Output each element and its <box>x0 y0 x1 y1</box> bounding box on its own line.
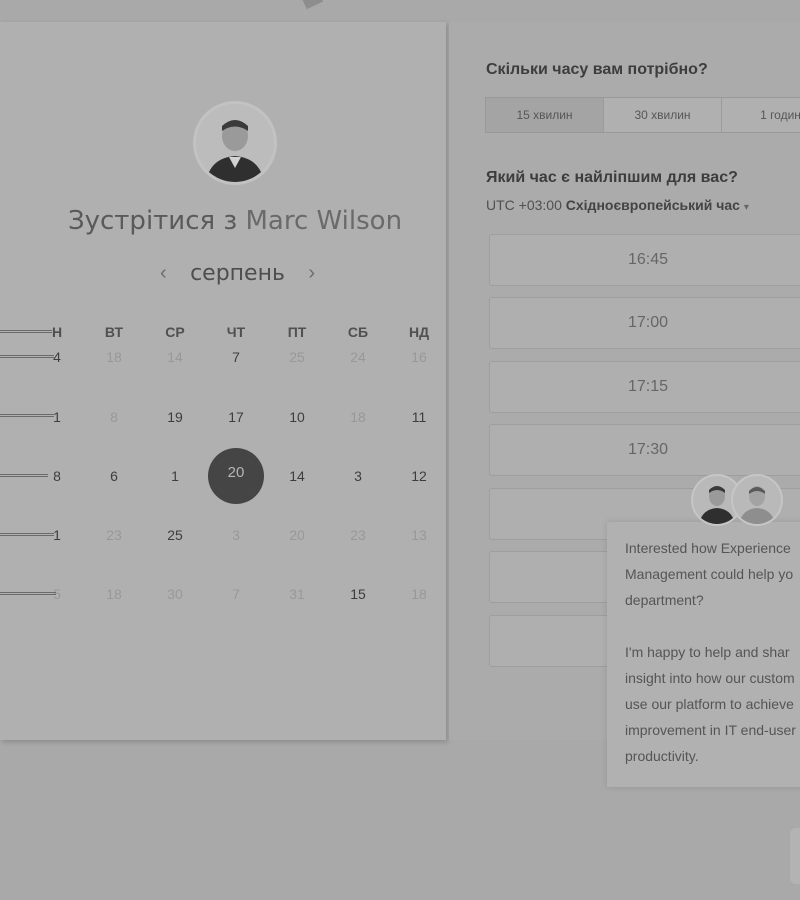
calendar-day[interactable]: 11 <box>399 408 439 426</box>
overlay-stripe <box>0 330 52 333</box>
calendar-day[interactable]: 7 <box>216 585 256 603</box>
chat-line: department? <box>625 592 704 608</box>
calendar-day[interactable]: 25 <box>277 348 317 366</box>
chat-message: Interested how Experience Management cou… <box>625 535 800 769</box>
duration-option-15[interactable]: 15 хвилин <box>486 98 604 132</box>
weekday-label: ВТ <box>104 324 124 340</box>
meeting-title: Зустрітися з Marc Wilson <box>0 206 470 236</box>
calendar-day[interactable]: 20 <box>277 526 317 544</box>
calendar-day[interactable]: 15 <box>338 585 378 603</box>
time-slot[interactable]: 17:30 <box>489 424 800 476</box>
timezone-selector[interactable]: UTC +03:00 Східноєвропейський час ▾ <box>486 197 749 213</box>
duration-option-30[interactable]: 30 хвилин <box>604 98 722 132</box>
host-avatar <box>193 101 277 185</box>
calendar-day[interactable]: 24 <box>338 348 378 366</box>
duration-tabs: 15 хвилин 30 хвилин 1 годин <box>485 97 800 133</box>
weekday-label: ПТ <box>287 324 307 340</box>
calendar-day[interactable]: 14 <box>277 467 317 485</box>
time-title: Який час є найліпшим для вас? <box>486 169 738 186</box>
weekday-label: ЧТ <box>226 324 246 340</box>
calendar-day[interactable]: 25 <box>155 526 195 544</box>
overlay-stripe <box>0 474 48 477</box>
calendar-day[interactable]: 14 <box>155 348 195 366</box>
calendar-day[interactable]: 17 <box>216 408 256 426</box>
calendar-day[interactable]: 1 <box>155 467 195 485</box>
side-widget-tab[interactable] <box>790 828 800 884</box>
calendar-day[interactable]: 18 <box>338 408 378 426</box>
chat-line: Management could help yo <box>625 566 794 582</box>
overlay-stripe <box>0 592 56 595</box>
month-label: серпень <box>190 260 285 286</box>
chat-line: Interested how Experience <box>625 540 791 556</box>
time-slot[interactable]: 16:45 <box>489 234 800 286</box>
time-slot[interactable]: 17:00 <box>489 297 800 349</box>
calendar-day[interactable]: 6 <box>94 467 134 485</box>
calendar-day[interactable]: 18 <box>94 585 134 603</box>
chat-avatar <box>731 474 783 526</box>
calendar-day[interactable]: 31 <box>277 585 317 603</box>
calendar-day[interactable]: 3 <box>338 467 378 485</box>
calendar-day[interactable]: 12 <box>399 467 439 485</box>
weekday-label: НД <box>408 324 430 340</box>
calendar-day[interactable]: 13 <box>399 526 439 544</box>
overlay-stripe <box>0 533 54 536</box>
calendar-day[interactable]: 7 <box>216 348 256 366</box>
calendar-day[interactable]: 3 <box>216 526 256 544</box>
calendar-day[interactable]: 19 <box>155 408 195 426</box>
chevron-left-icon[interactable]: ‹ <box>160 262 167 285</box>
calendar-day[interactable]: 8 <box>94 408 134 426</box>
dropdown-pointer <box>300 0 324 10</box>
weekday-label: СР <box>165 324 185 340</box>
calendar-day[interactable]: 18 <box>399 585 439 603</box>
calendar-day[interactable]: 23 <box>338 526 378 544</box>
calendar-day[interactable]: 18 <box>94 348 134 366</box>
chevron-right-icon[interactable]: › <box>308 262 315 285</box>
calendar-day[interactable]: 1 <box>37 408 77 426</box>
calendar-day[interactable]: 30 <box>155 585 195 603</box>
overlay-stripe <box>0 355 54 358</box>
chat-line: I'm happy to help and shar <box>625 644 790 660</box>
duration-option-60[interactable]: 1 годин <box>722 98 800 132</box>
host-name: Marc Wilson <box>245 206 403 236</box>
duration-title: Скільки часу вам потрібно? <box>486 61 708 78</box>
caret-down-icon: ▾ <box>743 202 749 213</box>
timezone-offset: UTC +03:00 <box>486 197 562 213</box>
timezone-name: Східноєвропейський час <box>565 197 740 213</box>
calendar-day[interactable]: 16 <box>399 348 439 366</box>
calendar-day[interactable]: 10 <box>277 408 317 426</box>
chat-line: productivity. <box>625 748 699 764</box>
meeting-prefix: Зустрітися з <box>67 206 238 236</box>
weekday-label: СБ <box>347 324 369 340</box>
time-slot[interactable]: 17:15 <box>489 361 800 413</box>
overlay-stripe <box>0 414 54 417</box>
chat-line: improvement in IT end-user <box>625 722 796 738</box>
calendar-day-selected[interactable]: 20 <box>208 448 264 504</box>
calendar-day[interactable]: 23 <box>94 526 134 544</box>
month-navigation: ‹ серпень › <box>160 258 315 288</box>
chat-line: use our platform to achieve <box>625 696 794 712</box>
chat-line: insight into how our custom <box>625 670 795 686</box>
chat-line <box>625 613 800 639</box>
